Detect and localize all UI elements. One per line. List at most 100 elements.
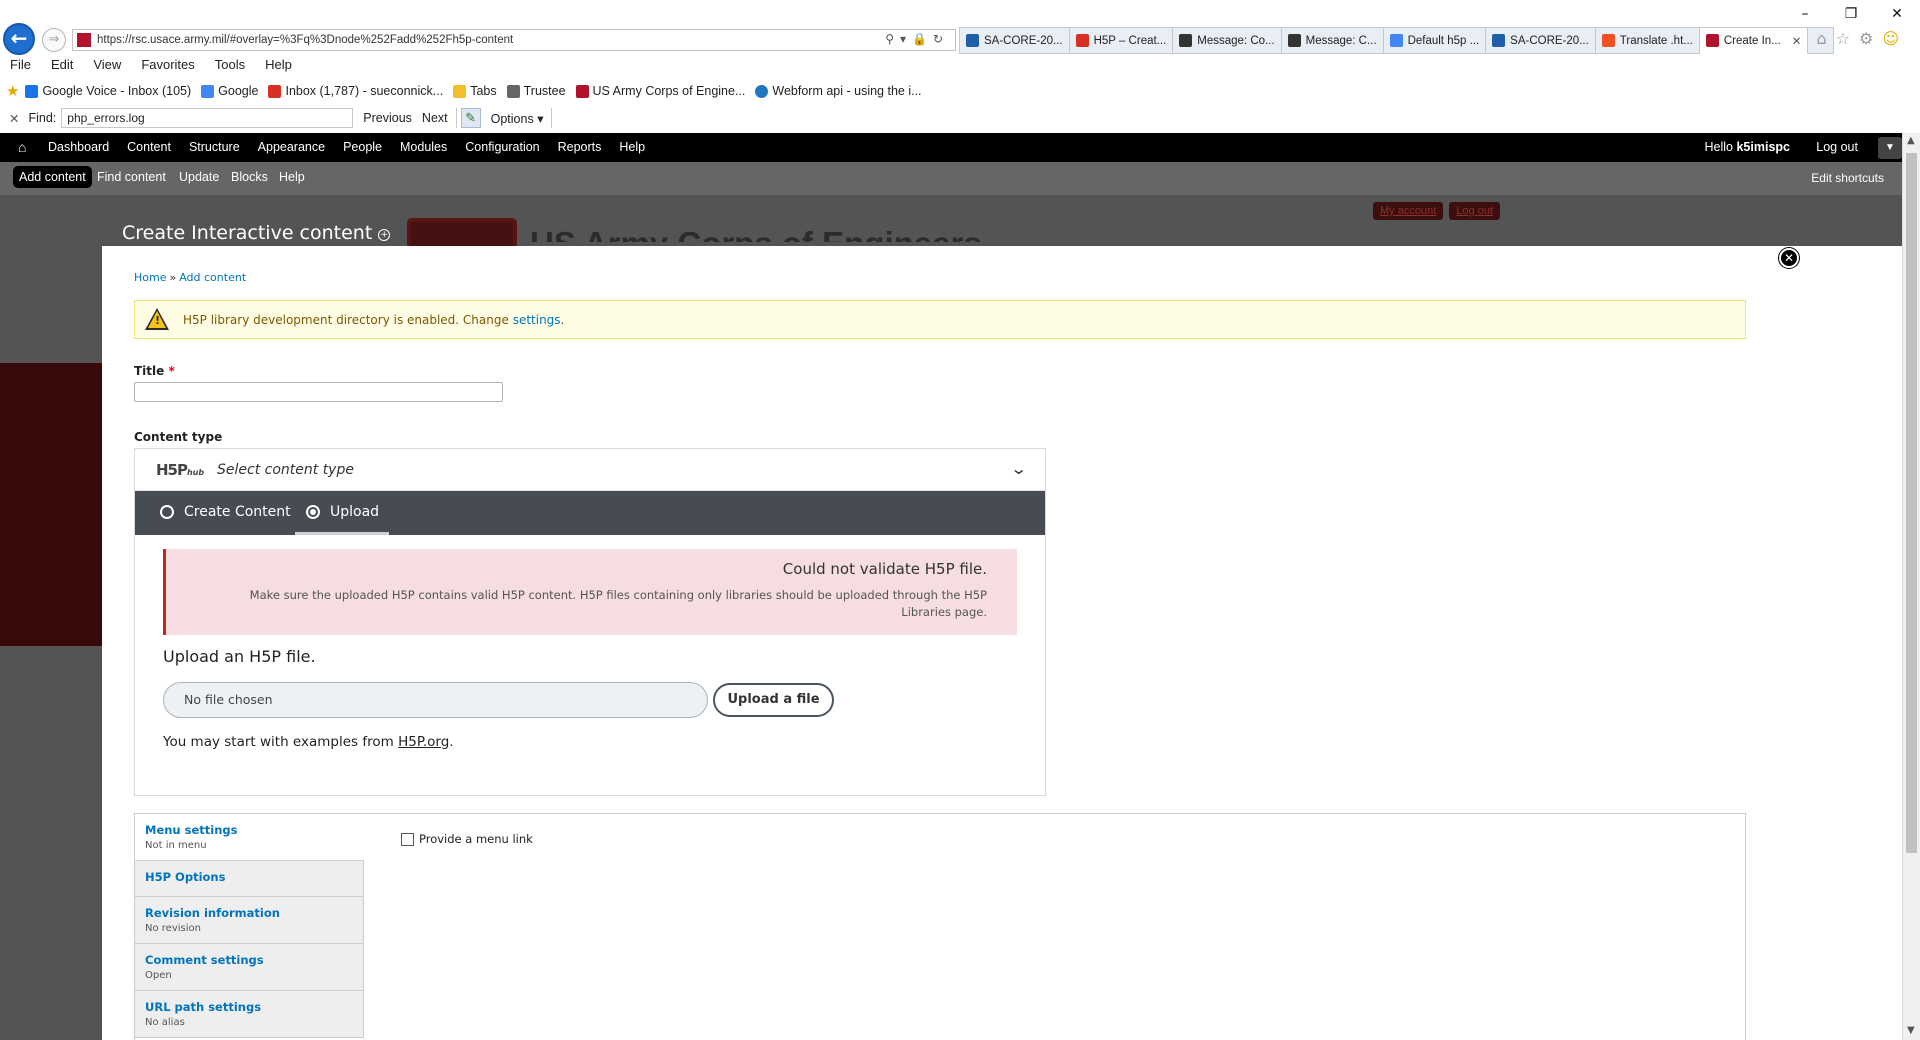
find-label: Find:: [28, 111, 57, 125]
logout-link[interactable]: Log out: [1816, 140, 1858, 154]
menu-help[interactable]: Help: [255, 57, 292, 77]
tab-label: SA-CORE-20...: [984, 34, 1063, 47]
browser-toolbar-icons: ⌂☆⚙☺: [1816, 29, 1908, 48]
file-input[interactable]: No file chosen: [163, 682, 708, 718]
shortcut-find-content[interactable]: Find content: [97, 170, 166, 184]
background-logout-link: Log out: [1449, 202, 1500, 220]
smiley-icon[interactable]: ☺: [1882, 29, 1908, 48]
forward-button[interactable]: ⇒: [42, 28, 66, 52]
close-find-icon[interactable]: ✕: [9, 111, 19, 126]
favorite-link[interactable]: Google Voice - Inbox (105): [25, 84, 191, 98]
tab-upload[interactable]: Upload: [306, 504, 379, 520]
close-window-icon[interactable]: ✕: [1874, 0, 1920, 28]
menu-file[interactable]: File: [0, 57, 31, 77]
favorites-star-icon[interactable]: ☆: [1836, 29, 1859, 48]
highlight-pen-icon[interactable]: ✎: [460, 108, 481, 128]
admin-menu-modules[interactable]: Modules: [400, 140, 447, 154]
select-content-type[interactable]: Select content type: [217, 462, 354, 478]
favorite-link[interactable]: Inbox (1,787) - sueconnick...: [268, 84, 443, 98]
find-previous-button[interactable]: Previous: [363, 111, 412, 125]
provide-menu-link[interactable]: Provide a menu link: [401, 832, 533, 846]
favorite-link[interactable]: Google: [201, 84, 258, 98]
shortcut-blocks[interactable]: Blocks: [231, 170, 268, 184]
settings-link[interactable]: settings: [513, 313, 561, 327]
tab-label: H5P – Creat...: [1093, 34, 1167, 47]
menu-link-checkbox[interactable]: [401, 832, 414, 846]
minimize-icon[interactable]: –: [1782, 0, 1828, 28]
favorite-link[interactable]: Tabs: [453, 84, 497, 98]
username[interactable]: k5imispc: [1736, 140, 1790, 154]
title-input[interactable]: [134, 382, 503, 402]
favorite-label: Tabs: [470, 84, 497, 98]
browser-tab-active[interactable]: Create In... ✕: [1699, 27, 1809, 54]
admin-menu-help[interactable]: Help: [619, 140, 645, 154]
tab-favicon-icon: [1601, 34, 1615, 47]
home-icon[interactable]: ⌂: [18, 139, 26, 155]
find-input[interactable]: php_errors.log: [61, 108, 354, 128]
browser-tab[interactable]: Message: C...: [1281, 27, 1384, 54]
menu-favorites[interactable]: Favorites: [131, 57, 194, 77]
browser-tab[interactable]: H5P – Creat...: [1069, 27, 1174, 54]
shortcut-help[interactable]: Help: [279, 170, 305, 184]
settings-gear-icon[interactable]: ⚙: [1859, 29, 1882, 48]
h5p-hub-logo: H5Phub: [156, 461, 205, 479]
shortcut-update[interactable]: Update: [179, 170, 219, 184]
chevron-down-icon[interactable]: ⌄: [1010, 459, 1027, 478]
address-url[interactable]: https://rsc.usace.army.mil/#overlay=%3Fq…: [97, 34, 513, 46]
h5p-org-link[interactable]: H5P.org: [398, 734, 449, 750]
scroll-down-icon[interactable]: ▼: [1907, 1025, 1915, 1036]
browser-tab[interactable]: SA-CORE-20...: [1486, 27, 1596, 54]
favorite-link[interactable]: Webform api - using the i...: [755, 84, 922, 98]
admin-menu-dashboard[interactable]: Dashboard: [48, 140, 109, 154]
back-button[interactable]: ←: [3, 23, 35, 55]
vertical-tab-menu-settings[interactable]: Menu settings Not in menu: [135, 814, 364, 861]
shortcut-add-content[interactable]: Add content: [13, 166, 92, 188]
admin-menu-configuration[interactable]: Configuration: [465, 140, 539, 154]
admin-menu-reports[interactable]: Reports: [558, 140, 602, 154]
warning-text: H5P library development directory is ena…: [183, 313, 565, 327]
browser-tab[interactable]: Message: Co...: [1173, 27, 1282, 54]
vertical-tab-url-path-settings[interactable]: URL path settings No alias: [135, 991, 364, 1038]
vertical-tab-comment-settings[interactable]: Comment settings Open: [135, 944, 364, 991]
scrollbar-thumb[interactable]: [1906, 153, 1917, 853]
restore-icon[interactable]: ❐: [1828, 0, 1874, 28]
menu-view[interactable]: View: [83, 57, 121, 77]
browser-tab[interactable]: Translate .ht...: [1595, 27, 1700, 54]
add-shortcut-icon[interactable]: +: [378, 229, 391, 241]
browser-tab[interactable]: SA-CORE-20...: [959, 27, 1070, 54]
vertical-tab-h5p-options[interactable]: H5P Options: [135, 861, 364, 897]
favorite-link[interactable]: US Army Corps of Engine...: [575, 84, 745, 98]
tab-favicon-icon: [1705, 34, 1719, 47]
address-bar[interactable]: https://rsc.usace.army.mil/#overlay=%3Fq…: [72, 29, 956, 51]
edit-shortcuts-link[interactable]: Edit shortcuts: [1811, 171, 1884, 185]
close-overlay-icon[interactable]: ✕: [1779, 248, 1799, 268]
content-type-selector[interactable]: H5Phub Select content type ⌄: [135, 449, 1045, 491]
toggle-shortcuts-icon[interactable]: ▼: [1878, 137, 1902, 159]
scroll-up-icon[interactable]: ▲: [1907, 135, 1915, 146]
vertical-tab-summary: Open: [145, 970, 172, 981]
find-options-button[interactable]: Options ▾: [491, 111, 544, 126]
vertical-tab-title: H5P Options: [145, 870, 226, 884]
breadcrumb-add-content[interactable]: Add content: [179, 271, 246, 284]
favorites-star-icon[interactable]: ★: [6, 82, 19, 100]
tab-create-content[interactable]: Create Content: [160, 504, 291, 520]
tab-upload-label: Upload: [330, 504, 380, 520]
breadcrumb-home[interactable]: Home: [134, 271, 166, 284]
menu-edit[interactable]: Edit: [41, 57, 73, 77]
admin-menu-appearance[interactable]: Appearance: [258, 140, 325, 154]
menu-tools[interactable]: Tools: [205, 57, 245, 77]
favorite-link[interactable]: Trustee: [506, 84, 566, 98]
admin-menu-structure[interactable]: Structure: [189, 140, 240, 154]
vertical-tab-revision-information[interactable]: Revision information No revision: [135, 897, 364, 944]
browser-tab[interactable]: Default h5p ...: [1383, 27, 1487, 54]
admin-menu-people[interactable]: People: [343, 140, 382, 154]
address-bar-icons[interactable]: ⚲▾🔒↻: [885, 32, 949, 46]
home-icon[interactable]: ⌂: [1816, 29, 1835, 48]
h5p-hub-widget: H5Phub Select content type ⌄ Create Cont…: [134, 448, 1046, 796]
page-scrollbar[interactable]: ▲ ▼: [1902, 133, 1920, 1040]
admin-menu-content[interactable]: Content: [127, 140, 171, 154]
required-marker: *: [168, 364, 175, 378]
find-next-button[interactable]: Next: [422, 111, 448, 125]
upload-file-button[interactable]: Upload a file: [713, 683, 834, 717]
close-tab-icon[interactable]: ✕: [1792, 34, 1802, 48]
